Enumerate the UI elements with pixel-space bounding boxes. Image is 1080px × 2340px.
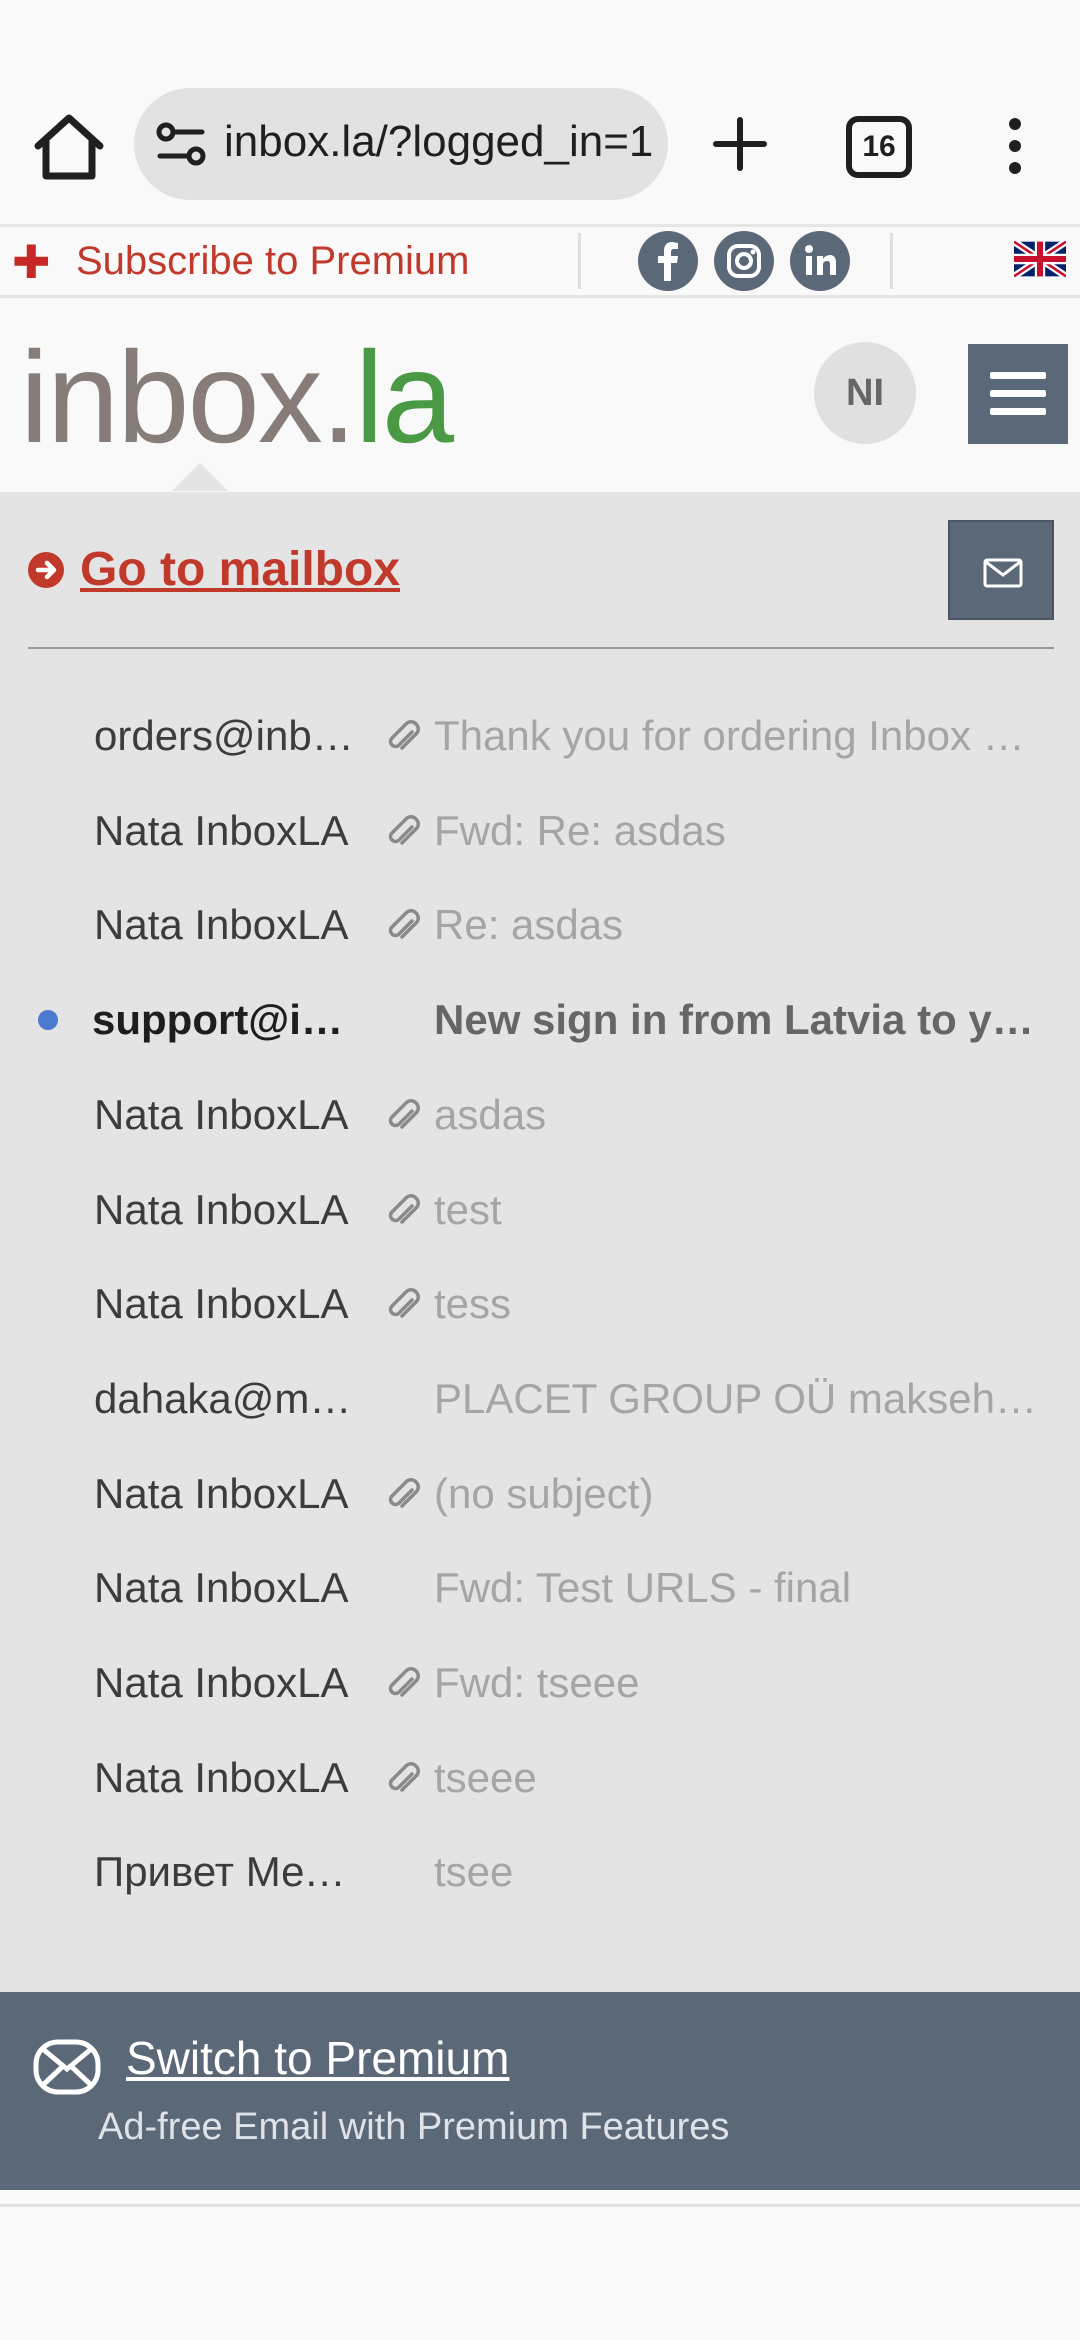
attachment-icon bbox=[384, 813, 424, 853]
message-subject: (no subject) bbox=[434, 1469, 654, 1517]
promo-strip: ✚ Subscribe to Premium bbox=[0, 224, 1080, 298]
attachment-icon bbox=[384, 907, 424, 947]
attachment-icon bbox=[384, 1192, 424, 1232]
divider bbox=[28, 647, 1054, 649]
message-row[interactable]: orders@inbox.la Thank you for ordering In… bbox=[0, 688, 1080, 783]
tab-switcher-button[interactable]: 16 bbox=[846, 116, 912, 178]
divider bbox=[578, 233, 581, 289]
hamburger-menu-icon[interactable] bbox=[968, 344, 1068, 444]
attachment-icon bbox=[384, 1097, 424, 1137]
message-sender: Привет Медведь bbox=[94, 1848, 364, 1896]
message-sender: Nata InboxLA bbox=[94, 1753, 349, 1801]
avatar[interactable]: NI bbox=[814, 342, 916, 444]
attachment-icon bbox=[384, 1760, 424, 1800]
message-subject: Thank you for ordering Inbox Premium bbox=[434, 712, 1050, 759]
message-sender: Nata InboxLA bbox=[94, 1659, 349, 1706]
unread-dot-icon bbox=[38, 1010, 58, 1031]
switch-to-premium-banner[interactable]: Switch to Premium Ad-free Email with Pre… bbox=[0, 1992, 1080, 2190]
message-sender: Nata InboxLA bbox=[94, 1090, 349, 1138]
message-row[interactable]: Nata InboxLA tseee bbox=[0, 1730, 1080, 1825]
message-row[interactable]: Nata InboxLA asdas bbox=[0, 1067, 1080, 1162]
attachment-icon bbox=[384, 718, 424, 758]
message-row[interactable]: Nata InboxLA tess bbox=[0, 1256, 1080, 1351]
message-subject: Fwd: Re: asdas bbox=[434, 806, 726, 854]
attachment-icon bbox=[384, 1476, 424, 1516]
envelope-icon bbox=[983, 558, 1023, 588]
divider bbox=[890, 233, 893, 289]
mailbox-panel: Go to mailbox orders@inbox.la Thank you f… bbox=[0, 492, 1080, 1992]
compose-mail-button[interactable] bbox=[948, 520, 1054, 620]
message-sender: Nata InboxLA bbox=[94, 806, 349, 854]
message-subject: asdas bbox=[434, 1090, 547, 1138]
message-sender: Nata InboxLA bbox=[94, 1280, 349, 1328]
message-sender: dahaka@mail.ee bbox=[94, 1374, 364, 1422]
message-row[interactable]: Nata InboxLA (no subject) bbox=[0, 1446, 1080, 1541]
url-text[interactable]: inbox.la/?logged_in=1 bbox=[224, 112, 654, 172]
message-row[interactable]: support@inbox.la New sign in from Latvia … bbox=[0, 972, 1080, 1067]
message-row[interactable]: Nata InboxLA Fwd: tseee bbox=[0, 1635, 1080, 1730]
message-sender: orders@inbox.la bbox=[94, 712, 364, 759]
panel-caret bbox=[172, 463, 228, 491]
message-subject: test bbox=[434, 1185, 502, 1233]
premium-subtitle: Ad-free Email with Premium Features bbox=[98, 2106, 730, 2148]
attachment-icon bbox=[384, 1286, 424, 1326]
message-sender: Nata InboxLA bbox=[94, 1469, 349, 1517]
subscribe-premium-link[interactable]: Subscribe to Premium bbox=[76, 235, 469, 287]
message-row[interactable]: Привет Медведь tsee bbox=[0, 1824, 1080, 1919]
message-subject: New sign in from Latvia to your account bbox=[434, 996, 1050, 1044]
instagram-icon[interactable] bbox=[714, 231, 774, 291]
linkedin-icon[interactable] bbox=[790, 231, 850, 291]
divider bbox=[0, 2204, 1080, 2207]
message-subject: Fwd: tseee bbox=[434, 1659, 640, 1706]
message-subject: tseee bbox=[434, 1753, 537, 1801]
home-icon[interactable] bbox=[30, 112, 108, 182]
address-bar[interactable]: inbox.la/?logged_in=1 bbox=[134, 88, 668, 200]
message-sender: Nata InboxLA bbox=[94, 1564, 349, 1612]
message-row[interactable]: Nata InboxLA test bbox=[0, 1162, 1080, 1257]
plus-icon: ✚ bbox=[12, 236, 51, 288]
envelope-icon bbox=[32, 2036, 102, 2098]
message-subject: PLACET GROUP OÜ maksehäire bbox=[434, 1374, 1050, 1422]
message-sender: Nata InboxLA bbox=[94, 1185, 349, 1233]
message-subject: tsee bbox=[434, 1848, 514, 1896]
inboxla-logo[interactable]: inbox.la bbox=[20, 332, 454, 462]
message-subject: Re: asdas bbox=[434, 901, 624, 949]
message-row[interactable]: Nata InboxLA Fwd: Test URLS - final bbox=[0, 1540, 1080, 1635]
message-row[interactable]: Nata InboxLA Re: asdas bbox=[0, 877, 1080, 972]
message-subject: Fwd: Test URLS - final bbox=[434, 1564, 852, 1612]
switch-to-premium-link[interactable]: Switch to Premium bbox=[126, 2028, 509, 2088]
message-sender: support@inbox.la bbox=[92, 996, 362, 1044]
message-subject: tess bbox=[434, 1280, 512, 1328]
message-row[interactable]: dahaka@mail.ee PLACET GROUP OÜ maksehäire bbox=[0, 1351, 1080, 1446]
uk-flag-icon[interactable] bbox=[1012, 238, 1068, 280]
tab-count: 16 bbox=[862, 130, 896, 163]
arrow-right-circle-icon bbox=[28, 552, 64, 588]
site-settings-icon[interactable] bbox=[156, 118, 208, 170]
new-tab-icon[interactable] bbox=[706, 110, 774, 178]
attachment-icon bbox=[384, 1665, 424, 1705]
message-sender: Nata InboxLA bbox=[94, 901, 349, 949]
browser-toolbar: inbox.la/?logged_in=1 16 bbox=[0, 0, 1080, 224]
facebook-icon[interactable] bbox=[638, 231, 698, 291]
message-row[interactable]: Nata InboxLA Fwd: Re: asdas bbox=[0, 783, 1080, 878]
go-to-mailbox-label[interactable]: Go to mailbox bbox=[80, 540, 400, 600]
site-header: inbox.la NI bbox=[0, 298, 1080, 492]
browser-menu-icon[interactable] bbox=[1000, 116, 1030, 176]
